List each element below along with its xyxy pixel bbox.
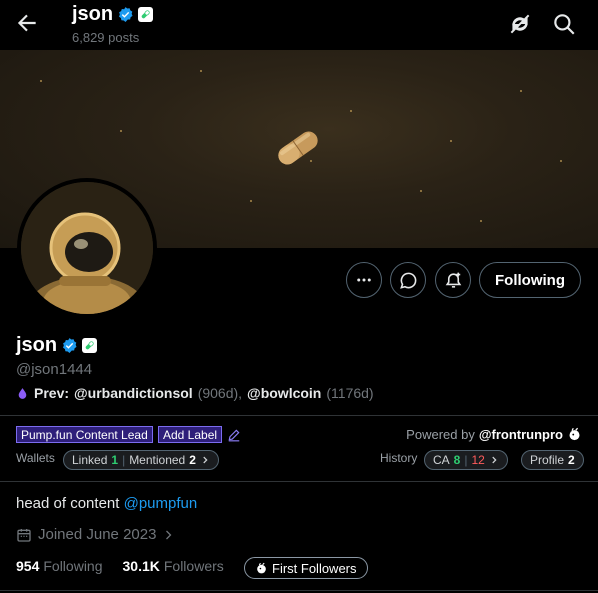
verified-icon (63, 338, 77, 353)
verified-icon (119, 7, 133, 22)
pill-badge-icon (138, 7, 154, 22)
joined-text: Joined June 2023 (38, 526, 157, 543)
frontrun-logo-icon (569, 427, 580, 441)
divider (0, 481, 598, 482)
edit-icon[interactable] (227, 428, 241, 442)
notification-plus-icon (445, 272, 461, 288)
wallets-label: Wallets (16, 451, 55, 465)
bio-mention-link[interactable]: @pumpfun (124, 495, 198, 512)
back-arrow-icon[interactable] (14, 10, 40, 36)
ca-red-count: 12 (471, 453, 485, 467)
calendar-icon (17, 528, 31, 542)
profile-name-text: json (16, 334, 58, 356)
bio: head of content @pumpfun (16, 495, 197, 512)
first-followers-button[interactable]: First Followers (244, 557, 368, 579)
separator: | (464, 453, 468, 467)
following-label[interactable]: Following (43, 558, 102, 574)
divider (0, 590, 598, 591)
profile-count: 2 (568, 453, 575, 467)
wallets-pill[interactable]: Linked 1 | Mentioned 2 (63, 450, 219, 470)
message-icon (399, 272, 416, 289)
prev-account-link[interactable]: @urbandictionsol (74, 385, 193, 401)
following-button[interactable]: Following (479, 262, 581, 298)
history-label: History (380, 451, 418, 465)
prev-label: Prev: (34, 385, 70, 401)
post-count: 6,829 posts (72, 30, 140, 45)
mentioned-count: 2 (189, 453, 196, 467)
pill-badge-icon (82, 338, 98, 353)
more-icon (357, 278, 371, 282)
first-followers-label: First Followers (272, 560, 357, 576)
pill-illustration (278, 131, 318, 165)
followers-label[interactable]: Followers (164, 558, 224, 574)
ca-green-count: 8 (453, 453, 461, 467)
frontrun-logo-icon (257, 562, 266, 573)
more-button[interactable] (346, 262, 382, 298)
following-count[interactable]: 954 (16, 558, 39, 574)
no-sync-icon[interactable] (507, 11, 533, 37)
linked-label: Linked (72, 453, 108, 467)
powered-label: Powered by (406, 427, 475, 442)
chevron-right-icon (166, 530, 172, 539)
drop-icon (18, 387, 27, 399)
powered-handle[interactable]: @frontrunpro (479, 427, 563, 442)
profile-handle: @json1444 (16, 361, 93, 378)
header-name: json (72, 3, 154, 26)
profile-name: json (16, 334, 98, 357)
bio-text: head of content (16, 495, 120, 512)
profile-label: Profile (530, 453, 565, 467)
prev-account-link[interactable]: @bowlcoin (247, 385, 321, 401)
label-tag[interactable]: Pump.fun Content Lead (16, 426, 153, 443)
add-label-button[interactable]: Add Label (158, 426, 223, 443)
header-name-text: json (72, 3, 114, 25)
chevron-right-icon (203, 456, 208, 464)
divider (0, 415, 598, 416)
joined-date[interactable]: Joined June 2023 (16, 526, 174, 543)
avatar[interactable] (17, 178, 157, 318)
mentioned-label: Mentioned (129, 453, 186, 467)
follow-stats: 954 Following 30.1K Followers (16, 558, 224, 574)
search-icon[interactable] (551, 11, 577, 37)
followers-count[interactable]: 30.1K (123, 558, 160, 574)
previous-handles: Prev: @urbandictionsol (906d), @bowlcoin… (16, 385, 374, 401)
notifications-button[interactable] (435, 262, 471, 298)
astronaut-avatar-image (21, 182, 153, 314)
ca-label: CA (433, 453, 450, 467)
linked-count: 1 (111, 453, 119, 467)
separator: | (122, 453, 126, 467)
profile-history-pill[interactable]: Profile 2 (521, 450, 584, 470)
prev-account-age: (906d), (197, 385, 243, 401)
top-bar: json 6,829 posts (0, 0, 598, 50)
history-ca-pill[interactable]: CA 8 | 12 (424, 450, 508, 470)
powered-by: Powered by @frontrunpro (406, 427, 582, 442)
chevron-right-icon (492, 456, 497, 464)
message-button[interactable] (390, 262, 426, 298)
prev-account-age: (1176d) (326, 385, 374, 401)
